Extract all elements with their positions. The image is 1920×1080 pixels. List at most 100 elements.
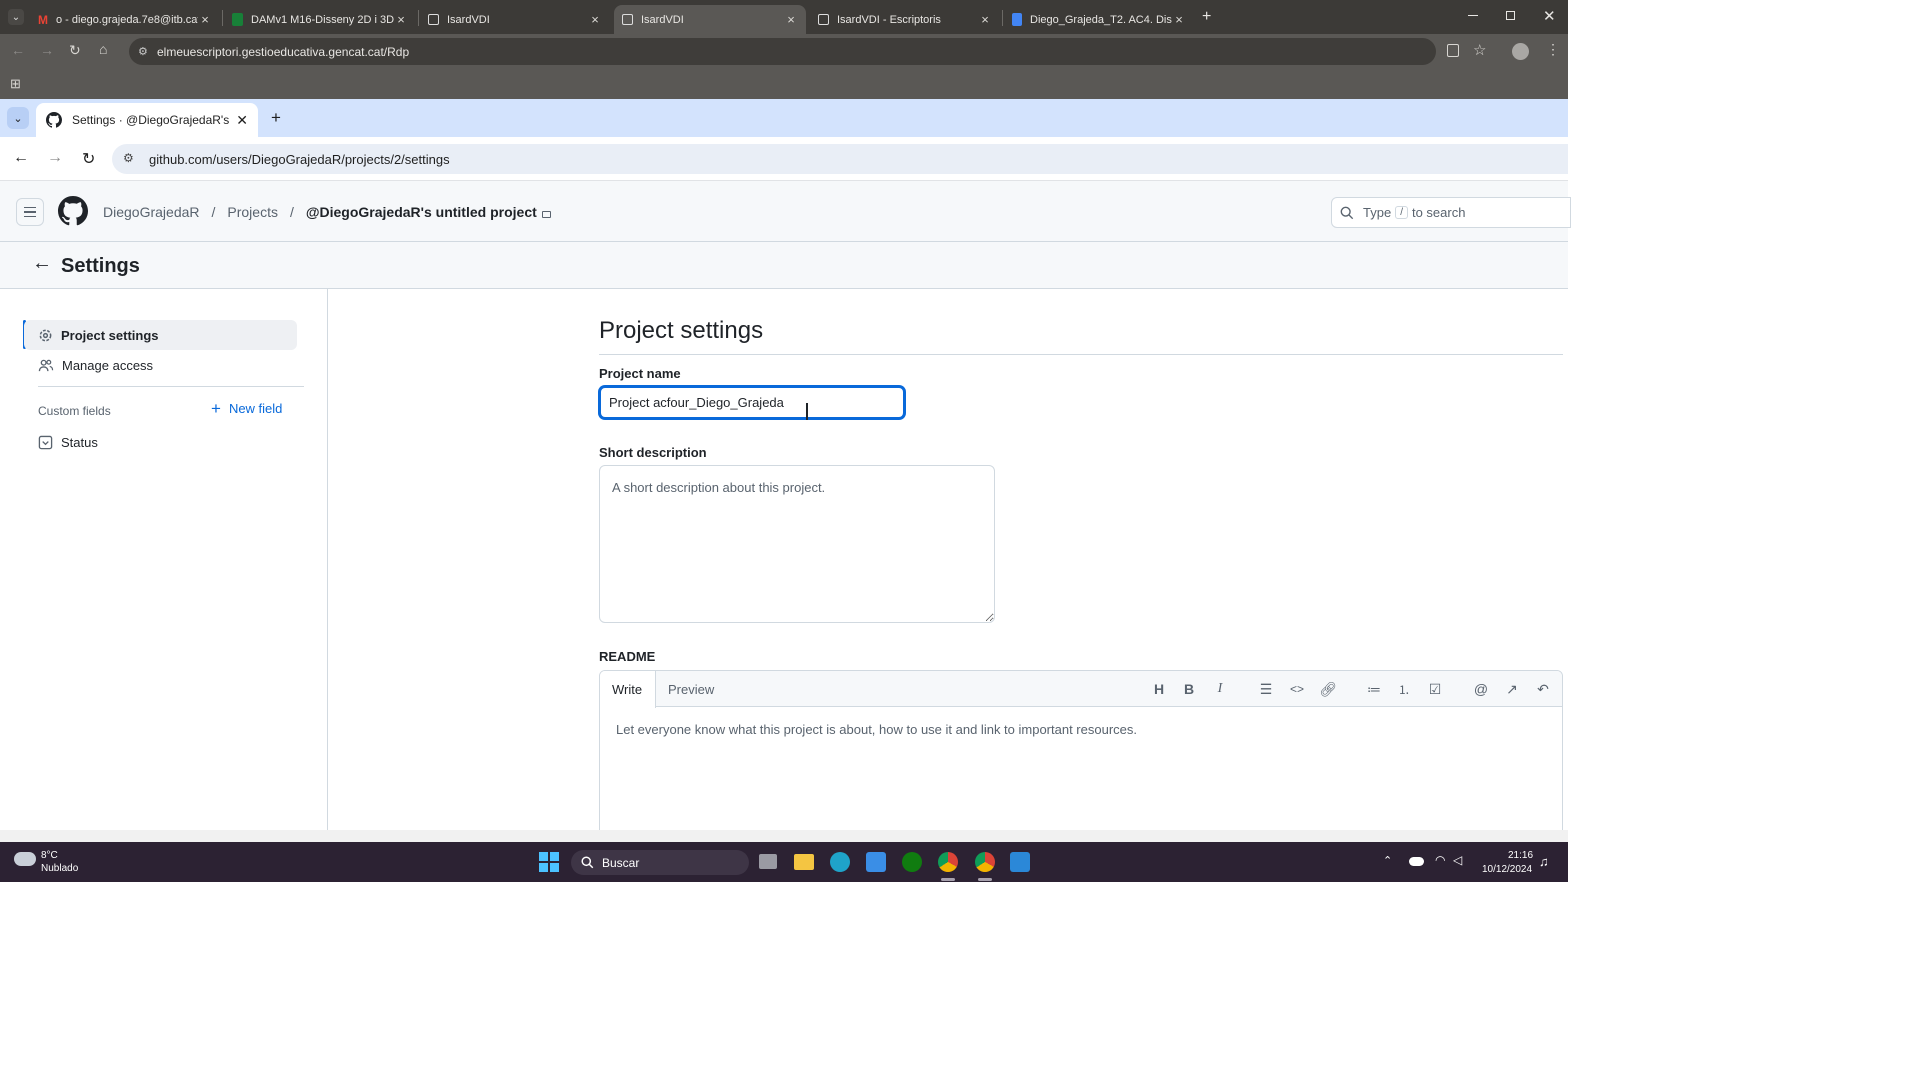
close-icon[interactable]: ×: [588, 12, 602, 27]
apps-grid-icon[interactable]: ⊞: [10, 76, 21, 92]
docs-icon: [1012, 13, 1022, 26]
active-app-indicator: [978, 878, 992, 881]
tab-title: DAMv1 M16-Disseny 2D i 3D 2: [251, 13, 394, 26]
home-icon[interactable]: ⌂: [99, 41, 107, 57]
readme-label: README: [599, 649, 656, 664]
remote-desktop-icon[interactable]: [1010, 852, 1030, 872]
outer-tab-sheets[interactable]: DAMv1 M16-Disseny 2D i 3D 2 ×: [224, 5, 416, 34]
bookmark-star-icon[interactable]: ☆: [1473, 41, 1486, 59]
outer-tab-isard-3[interactable]: IsardVDI - Escriptoris ×: [810, 5, 1000, 34]
volume-icon[interactable]: ◁: [1453, 853, 1462, 867]
back-icon[interactable]: ←: [13, 149, 29, 167]
unordered-list-icon[interactable]: ≔: [1365, 680, 1383, 698]
sidebar-item-label: Project settings: [61, 327, 159, 343]
plus-icon: +: [211, 398, 221, 418]
readme-textarea[interactable]: [600, 708, 1562, 839]
forward-icon[interactable]: →: [40, 42, 54, 58]
github-logo-icon[interactable]: [58, 196, 88, 226]
hamburger-menu-button[interactable]: [16, 198, 44, 226]
ordered-list-icon[interactable]: ⒈: [1395, 680, 1413, 698]
sidebar-item-project-settings[interactable]: Project settings: [24, 320, 297, 350]
breadcrumb-user[interactable]: DiegoGrajedaR: [103, 204, 200, 220]
outer-tab-strip: ⌄ M o - diego.grajeda.7e8@itb.cat - × DA…: [0, 0, 1568, 34]
new-field-button[interactable]: + New field: [211, 398, 282, 418]
reload-icon[interactable]: ↻: [69, 42, 81, 59]
outer-tab-docs[interactable]: Diego_Grajeda_T2. AC4. Dissen ×: [1004, 5, 1194, 34]
search-placeholder: Type: [1363, 205, 1392, 220]
weather-icon[interactable]: [14, 852, 36, 866]
reload-icon[interactable]: ↻: [82, 149, 95, 169]
site-info-icon[interactable]: ⚙: [123, 151, 134, 165]
windows-start-icon[interactable]: [539, 852, 559, 872]
close-icon[interactable]: ×: [394, 12, 408, 27]
bold-icon[interactable]: B: [1180, 680, 1198, 698]
inner-url-field[interactable]: ⚙ github.com/users/DiegoGrajedaR/project…: [112, 144, 1568, 174]
inner-tab-settings[interactable]: Settings · @DiegoGrajedaR's ur ✕: [36, 103, 258, 137]
edge-icon[interactable]: [830, 852, 850, 872]
store-icon[interactable]: [866, 852, 886, 872]
tab-search-icon[interactable]: ⌄: [7, 107, 29, 129]
mention-icon[interactable]: @: [1472, 680, 1490, 698]
chrome-icon[interactable]: [938, 852, 958, 872]
tab-preview-label: Preview: [668, 682, 715, 697]
task-list-icon[interactable]: ☑: [1426, 680, 1444, 698]
chevron-up-icon[interactable]: ⌃: [1383, 854, 1392, 867]
tab-search-icon[interactable]: ⌄: [8, 9, 24, 25]
new-tab-icon[interactable]: +: [271, 108, 281, 128]
close-icon[interactable]: ×: [198, 12, 212, 27]
search-box[interactable]: Type / to search: [1331, 197, 1571, 228]
code-icon[interactable]: <>: [1288, 680, 1306, 698]
close-icon[interactable]: ×: [784, 12, 798, 27]
task-view-icon[interactable]: [759, 854, 777, 869]
forward-icon[interactable]: →: [47, 149, 63, 167]
xbox-icon[interactable]: [902, 852, 922, 872]
outer-tab-gmail[interactable]: M o - diego.grajeda.7e8@itb.cat - ×: [30, 5, 220, 34]
breadcrumb-project-title[interactable]: @DiegoGrajedaR's untitled project: [306, 204, 537, 220]
active-app-indicator: [941, 878, 955, 881]
close-icon[interactable]: ×: [978, 12, 992, 27]
close-icon[interactable]: ✕: [236, 112, 248, 129]
back-icon[interactable]: ←: [11, 42, 25, 58]
sidebar-item-status[interactable]: Status: [24, 427, 297, 457]
clock-date[interactable]: 10/12/2024: [1482, 864, 1532, 875]
quote-icon[interactable]: ☰: [1257, 680, 1275, 698]
isard-icon: [428, 14, 439, 25]
tab-write[interactable]: Write: [600, 671, 656, 708]
reference-icon[interactable]: ↗: [1503, 680, 1521, 698]
menu-icon[interactable]: ⋮: [1546, 41, 1560, 58]
minimize-icon[interactable]: [1468, 15, 1478, 16]
notification-bell-icon[interactable]: ♫: [1539, 854, 1549, 869]
restore-icon[interactable]: [1506, 11, 1515, 20]
tab-preview[interactable]: Preview: [656, 671, 726, 708]
short-description-textarea[interactable]: [599, 465, 995, 623]
outer-url-field[interactable]: ⚙ elmeuescriptori.gestioeducativa.gencat…: [129, 38, 1436, 65]
heading-icon[interactable]: H: [1150, 680, 1168, 698]
onedrive-icon[interactable]: [1409, 857, 1424, 866]
weather-desc: Nublado: [41, 863, 79, 874]
gmail-icon: M: [38, 12, 48, 27]
site-info-icon[interactable]: ⚙: [138, 45, 148, 58]
italic-icon[interactable]: I: [1211, 680, 1229, 698]
undo-icon[interactable]: ↶: [1534, 680, 1552, 698]
settings-bar: ← Settings: [0, 242, 1568, 289]
outer-tab-isard-2[interactable]: IsardVDI ×: [614, 5, 806, 34]
outer-tab-isard-1[interactable]: IsardVDI ×: [420, 5, 610, 34]
chrome-icon[interactable]: [975, 852, 995, 872]
close-icon[interactable]: ×: [1172, 12, 1186, 27]
wifi-icon[interactable]: ◠: [1435, 853, 1445, 867]
clock-time[interactable]: 21:16: [1508, 850, 1533, 861]
horizontal-scrollbar[interactable]: [0, 830, 1568, 842]
sidebar-item-manage-access[interactable]: Manage access: [24, 350, 297, 380]
window-close-icon[interactable]: ✕: [1543, 7, 1556, 25]
profile-avatar[interactable]: [1512, 43, 1529, 60]
file-explorer-icon[interactable]: [794, 854, 814, 870]
back-arrow-icon[interactable]: ←: [32, 252, 52, 275]
taskbar-search[interactable]: Buscar: [571, 850, 749, 875]
new-tab-icon[interactable]: +: [1202, 8, 1211, 26]
breadcrumb-projects[interactable]: Projects: [227, 204, 278, 220]
link-icon[interactable]: 🔗︎: [1319, 680, 1337, 698]
sidebar-divider: [38, 386, 304, 387]
save-page-icon[interactable]: [1447, 44, 1459, 57]
search-placeholder-rest: to search: [1411, 205, 1466, 220]
project-name-input[interactable]: [599, 386, 905, 419]
